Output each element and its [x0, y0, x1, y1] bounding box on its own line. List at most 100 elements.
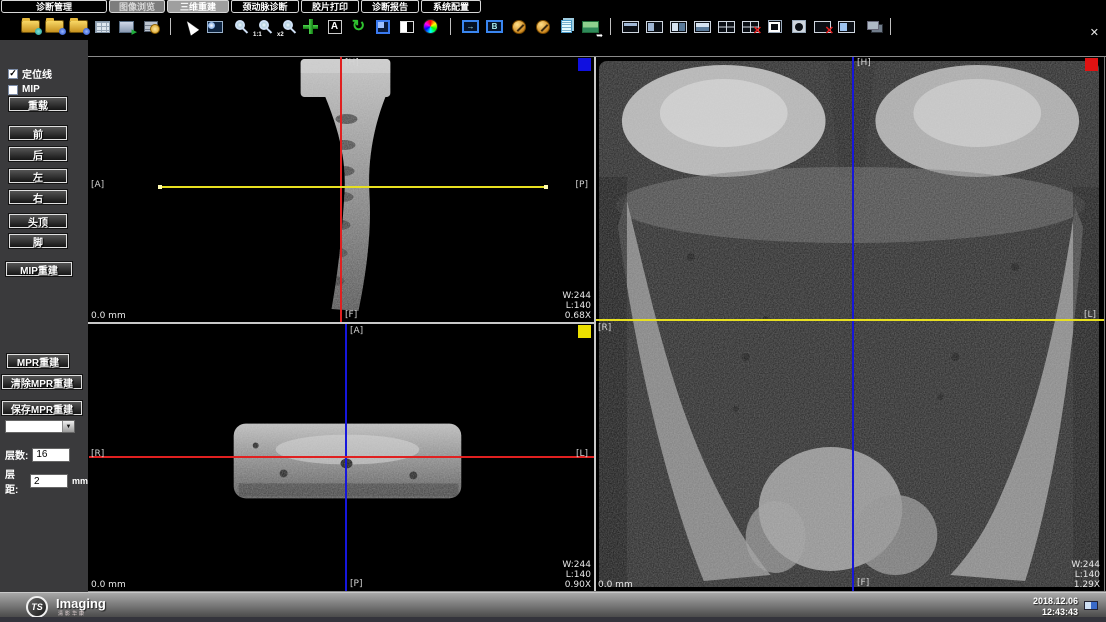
orientation-marker-left: [R] [598, 323, 611, 333]
layers-input[interactable] [32, 448, 70, 462]
tab-carotid-diagnosis[interactable]: 颈动脉诊断 [231, 0, 299, 13]
toolbar-separator [450, 18, 451, 35]
tab-3d-reconstruction[interactable]: 三维重建 [167, 0, 229, 13]
report-document-icon[interactable] [556, 16, 577, 37]
pan-move-icon[interactable] [300, 16, 321, 37]
distance-readout: 0.0 mm [91, 580, 126, 590]
window-width: W:244 [1071, 560, 1100, 570]
open-series-folder-icon[interactable] [44, 16, 65, 37]
brand-name: Imaging [56, 596, 106, 611]
mpr-series-dropdown[interactable]: ▼ [5, 420, 75, 433]
crosshair-horizontal[interactable] [89, 456, 594, 458]
window-width: W:244 [562, 291, 591, 301]
axial-view-pane[interactable]: [A] [R] [L] [P] 0.0 mm W:244 L:140 0.90X [89, 324, 594, 591]
tab-diagnosis-management[interactable]: 诊断管理 [1, 0, 107, 13]
measure-angle-icon[interactable] [532, 16, 553, 37]
application-window: 诊断管理 图像浏览 三维重建 颈动脉诊断 胶片打印 诊断报告 系统配置 1:1 … [0, 0, 1106, 622]
window-level-contrast-icon[interactable] [396, 16, 417, 37]
save-image-icon[interactable] [580, 16, 601, 37]
mip-rebuild-button[interactable]: MIP重建 [6, 262, 72, 276]
layers-field-row: 层数: [5, 447, 70, 462]
crosshair-vertical[interactable] [852, 57, 854, 591]
zoom-region-icon[interactable]: 1:1 [252, 16, 273, 37]
statusbar-bottom-strip [0, 617, 1106, 622]
mip-checkbox[interactable]: MIP [8, 84, 40, 95]
mip-label: MIP [22, 84, 40, 95]
distance-readout: 0.0 mm [91, 311, 126, 321]
checkbox-unchecked-icon [8, 85, 18, 95]
orientation-marker-right: [P] [576, 180, 588, 190]
layout-2row-icon[interactable] [692, 16, 713, 37]
ts-imaging-logo-icon: TS [26, 596, 48, 618]
datetime-display: 2018.12.06 12:43:43 [1033, 596, 1078, 618]
color-palette-icon[interactable] [420, 16, 441, 37]
dropdown-value [6, 421, 62, 432]
crosshair-horizontal[interactable] [160, 186, 546, 188]
window-batch-icon[interactable] [484, 16, 505, 37]
reload-button[interactable]: 重载 [9, 97, 67, 111]
zoom-2x-icon[interactable]: x2 [276, 16, 297, 37]
archive-clock-icon[interactable] [140, 16, 161, 37]
window-link-icon[interactable] [460, 16, 481, 37]
locator-line-checkbox[interactable]: 定位线 [8, 66, 52, 81]
annotation-text-icon[interactable] [324, 16, 345, 37]
foot-button[interactable]: 脚 [9, 234, 67, 248]
zoom-factor: 0.68X [562, 311, 591, 321]
zoom-factor: 1.29X [1071, 580, 1100, 590]
open-patient-folder-icon[interactable] [68, 16, 89, 37]
left-button[interactable]: 左 [9, 169, 67, 183]
window-level-readout: W:244 L:140 0.90X [562, 560, 591, 590]
sagittal-view-pane[interactable]: [H] [A] [P] [F] 0.0 mm W:244 L:140 0.68X [89, 57, 594, 322]
orientation-marker-top: [H] [345, 58, 359, 68]
mpr-rebuild-button[interactable]: MPR重建 [7, 354, 69, 368]
layout-close-icon[interactable] [740, 16, 761, 37]
orientation-marker-left: [R] [91, 449, 104, 459]
shape-square-icon[interactable] [764, 16, 785, 37]
layout-2x2-icon[interactable] [716, 16, 737, 37]
clear-mpr-button[interactable]: 清除MPR重建 [2, 375, 82, 389]
fit-screen-icon[interactable] [372, 16, 393, 37]
shape-circle-icon[interactable] [788, 16, 809, 37]
window-level: L:140 [562, 301, 591, 311]
back-button[interactable]: 后 [9, 147, 67, 161]
refresh-reset-icon[interactable] [348, 16, 369, 37]
right-button[interactable]: 右 [9, 190, 67, 204]
measure-pencil-icon[interactable] [508, 16, 529, 37]
tab-image-browse[interactable]: 图像浏览 [109, 0, 165, 13]
dicom-grid-icon[interactable] [92, 16, 113, 37]
crosshair-handle-right[interactable] [544, 185, 548, 189]
tab-film-print[interactable]: 胶片打印 [301, 0, 359, 13]
coronal-view-pane[interactable]: [H] [R] [L] [F] 0.0 mm W:244 L:140 1.29X [596, 57, 1104, 591]
window-width: W:244 [562, 560, 591, 570]
close-icon[interactable]: ✕ [1090, 26, 1099, 39]
tab-diagnosis-report[interactable]: 诊断报告 [361, 0, 419, 13]
date-display: 2018.12.06 [1033, 596, 1078, 607]
brand-subtitle: 清影华康 [58, 610, 86, 617]
pane-border-right [1104, 57, 1105, 591]
open-study-folder-icon[interactable] [20, 16, 41, 37]
zoom-magnifier-icon[interactable] [228, 16, 249, 37]
crosshair-vertical[interactable] [340, 57, 342, 322]
layout-split-icon[interactable] [644, 16, 665, 37]
window-level: L:140 [1071, 570, 1100, 580]
image-export-icon[interactable] [116, 16, 137, 37]
checkbox-checked-icon [8, 69, 18, 79]
chevron-down-icon: ▼ [62, 421, 74, 432]
crosshair-horizontal[interactable] [596, 319, 1104, 321]
cascade-windows-icon[interactable] [860, 16, 881, 37]
head-button[interactable]: 头顶 [9, 214, 67, 228]
close-series-icon[interactable] [812, 16, 833, 37]
save-mpr-button[interactable]: 保存MPR重建 [2, 401, 82, 415]
layout-2col-icon[interactable] [668, 16, 689, 37]
spacing-input[interactable] [30, 474, 68, 488]
coronal-mri-image [596, 57, 1104, 591]
crosshair-handle-left[interactable] [158, 185, 162, 189]
zoom-factor: 0.90X [562, 580, 591, 590]
layout-compare-icon[interactable] [836, 16, 857, 37]
active-indicator [578, 58, 591, 71]
layout-single-icon[interactable] [620, 16, 641, 37]
pointer-icon[interactable] [180, 16, 201, 37]
display-image-icon[interactable] [204, 16, 225, 37]
front-button[interactable]: 前 [9, 126, 67, 140]
tab-system-config[interactable]: 系统配置 [421, 0, 481, 13]
